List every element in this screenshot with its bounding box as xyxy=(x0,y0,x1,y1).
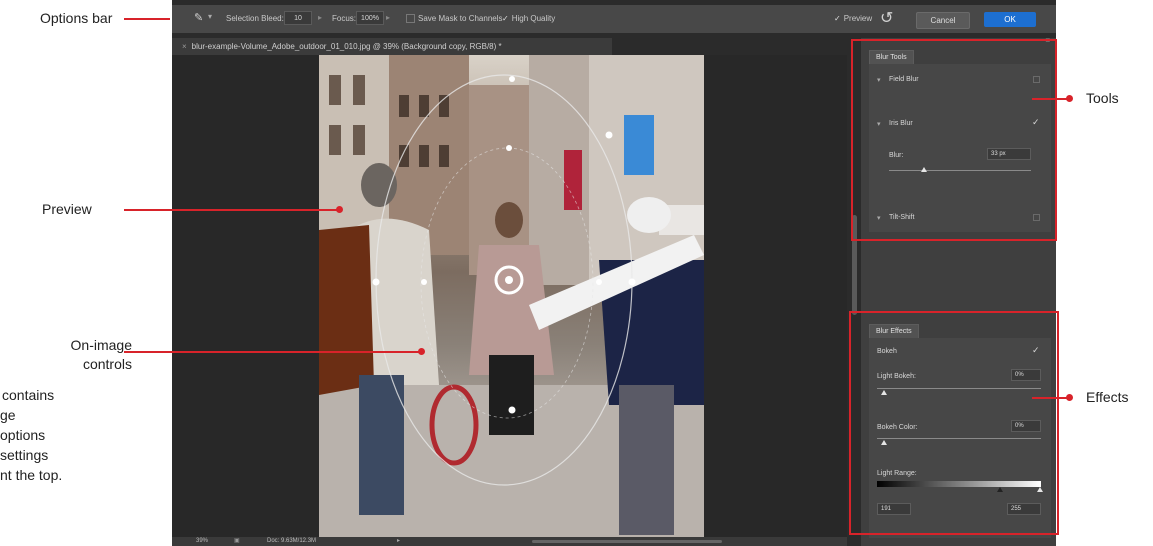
close-tab-icon[interactable]: × xyxy=(182,42,187,51)
tool-dropdown-icon[interactable]: ▾ xyxy=(208,12,212,21)
save-mask-checkbox-box[interactable] xyxy=(406,14,415,24)
cancel-button[interactable]: Cancel xyxy=(916,12,970,29)
high-quality-checkbox[interactable]: ✓ High Quality xyxy=(502,14,555,23)
status-menu-arrow-icon[interactable]: ▸ xyxy=(397,537,400,546)
callout-tools: Tools xyxy=(1086,90,1119,106)
status-bar: 39% ▣ Doc: 9.63M/12.3M ▸ xyxy=(172,537,847,546)
horizontal-scrollbar[interactable] xyxy=(532,540,722,543)
callout-dot-on-image xyxy=(418,348,425,355)
callout-on-image-line2: controls xyxy=(82,356,132,372)
ok-button[interactable]: OK xyxy=(984,12,1036,27)
callout-line-on-image xyxy=(124,351,422,353)
preview-checkbox[interactable]: ✓ Preview xyxy=(834,14,872,23)
callout-effects: Effects xyxy=(1086,389,1129,405)
preview-image[interactable] xyxy=(319,55,704,537)
document-title: blur-example-Volume_Adobe_outdoor_01_010… xyxy=(191,42,502,51)
selection-bleed-stepper-icon[interactable]: ▸ xyxy=(318,13,322,22)
selection-bleed-label: Selection Bleed: xyxy=(226,14,284,23)
caption-line-3: options xyxy=(0,427,46,443)
document-tab[interactable]: × blur-example-Volume_Adobe_outdoor_01_01… xyxy=(172,38,612,55)
callout-dot-preview xyxy=(336,206,343,213)
preview-label: Preview xyxy=(843,14,873,23)
caption-line-2: ge xyxy=(0,407,16,423)
caption-text: contains ge options settings nt the top. xyxy=(0,385,62,485)
caption-line-5: nt the top. xyxy=(0,467,63,483)
caption-line-1: contains xyxy=(2,387,55,403)
canvas-area[interactable] xyxy=(172,55,847,537)
callout-line-tools xyxy=(1032,98,1068,100)
high-quality-label: High Quality xyxy=(511,14,556,23)
callout-on-image-line1: On-image xyxy=(70,337,132,353)
checkmark-icon: ✓ xyxy=(502,14,509,23)
selection-bleed-field[interactable]: 10 xyxy=(284,11,312,25)
caption-line-4: settings xyxy=(0,447,49,463)
zoom-level[interactable]: 39% xyxy=(196,537,208,546)
callout-line-preview xyxy=(124,209,339,211)
doc-info: Doc: 9.63M/12.3M xyxy=(267,538,317,544)
callout-dot-tools xyxy=(1066,95,1073,102)
focus-label: Focus: xyxy=(332,14,357,23)
checkmark-icon: ✓ xyxy=(834,14,841,23)
focus-field[interactable]: 100% xyxy=(356,11,384,25)
callout-dot-effects xyxy=(1066,394,1073,401)
tools-highlight-box xyxy=(851,39,1057,241)
reset-pins-icon[interactable]: ↺ xyxy=(880,8,893,28)
callout-line-effects xyxy=(1032,397,1068,399)
save-mask-checkbox[interactable]: Save Mask to Channels xyxy=(406,14,503,24)
effects-highlight-box xyxy=(849,311,1059,535)
options-bar: ✎ ▾ Selection Bleed: 10 ▸ Focus: 100% ▸ … xyxy=(172,5,1056,33)
callout-on-image-controls: On-image controls xyxy=(48,336,132,374)
callout-line-options-bar xyxy=(124,18,170,20)
focus-stepper-icon[interactable]: ▸ xyxy=(386,13,390,22)
brush-tool-icon[interactable]: ✎ xyxy=(194,11,203,24)
save-mask-label: Save Mask to Channels xyxy=(418,14,503,23)
street-photo-illustration xyxy=(319,55,704,537)
callout-preview: Preview xyxy=(42,201,92,217)
callout-options-bar: Options bar xyxy=(40,10,113,26)
status-icon: ▣ xyxy=(234,538,240,544)
